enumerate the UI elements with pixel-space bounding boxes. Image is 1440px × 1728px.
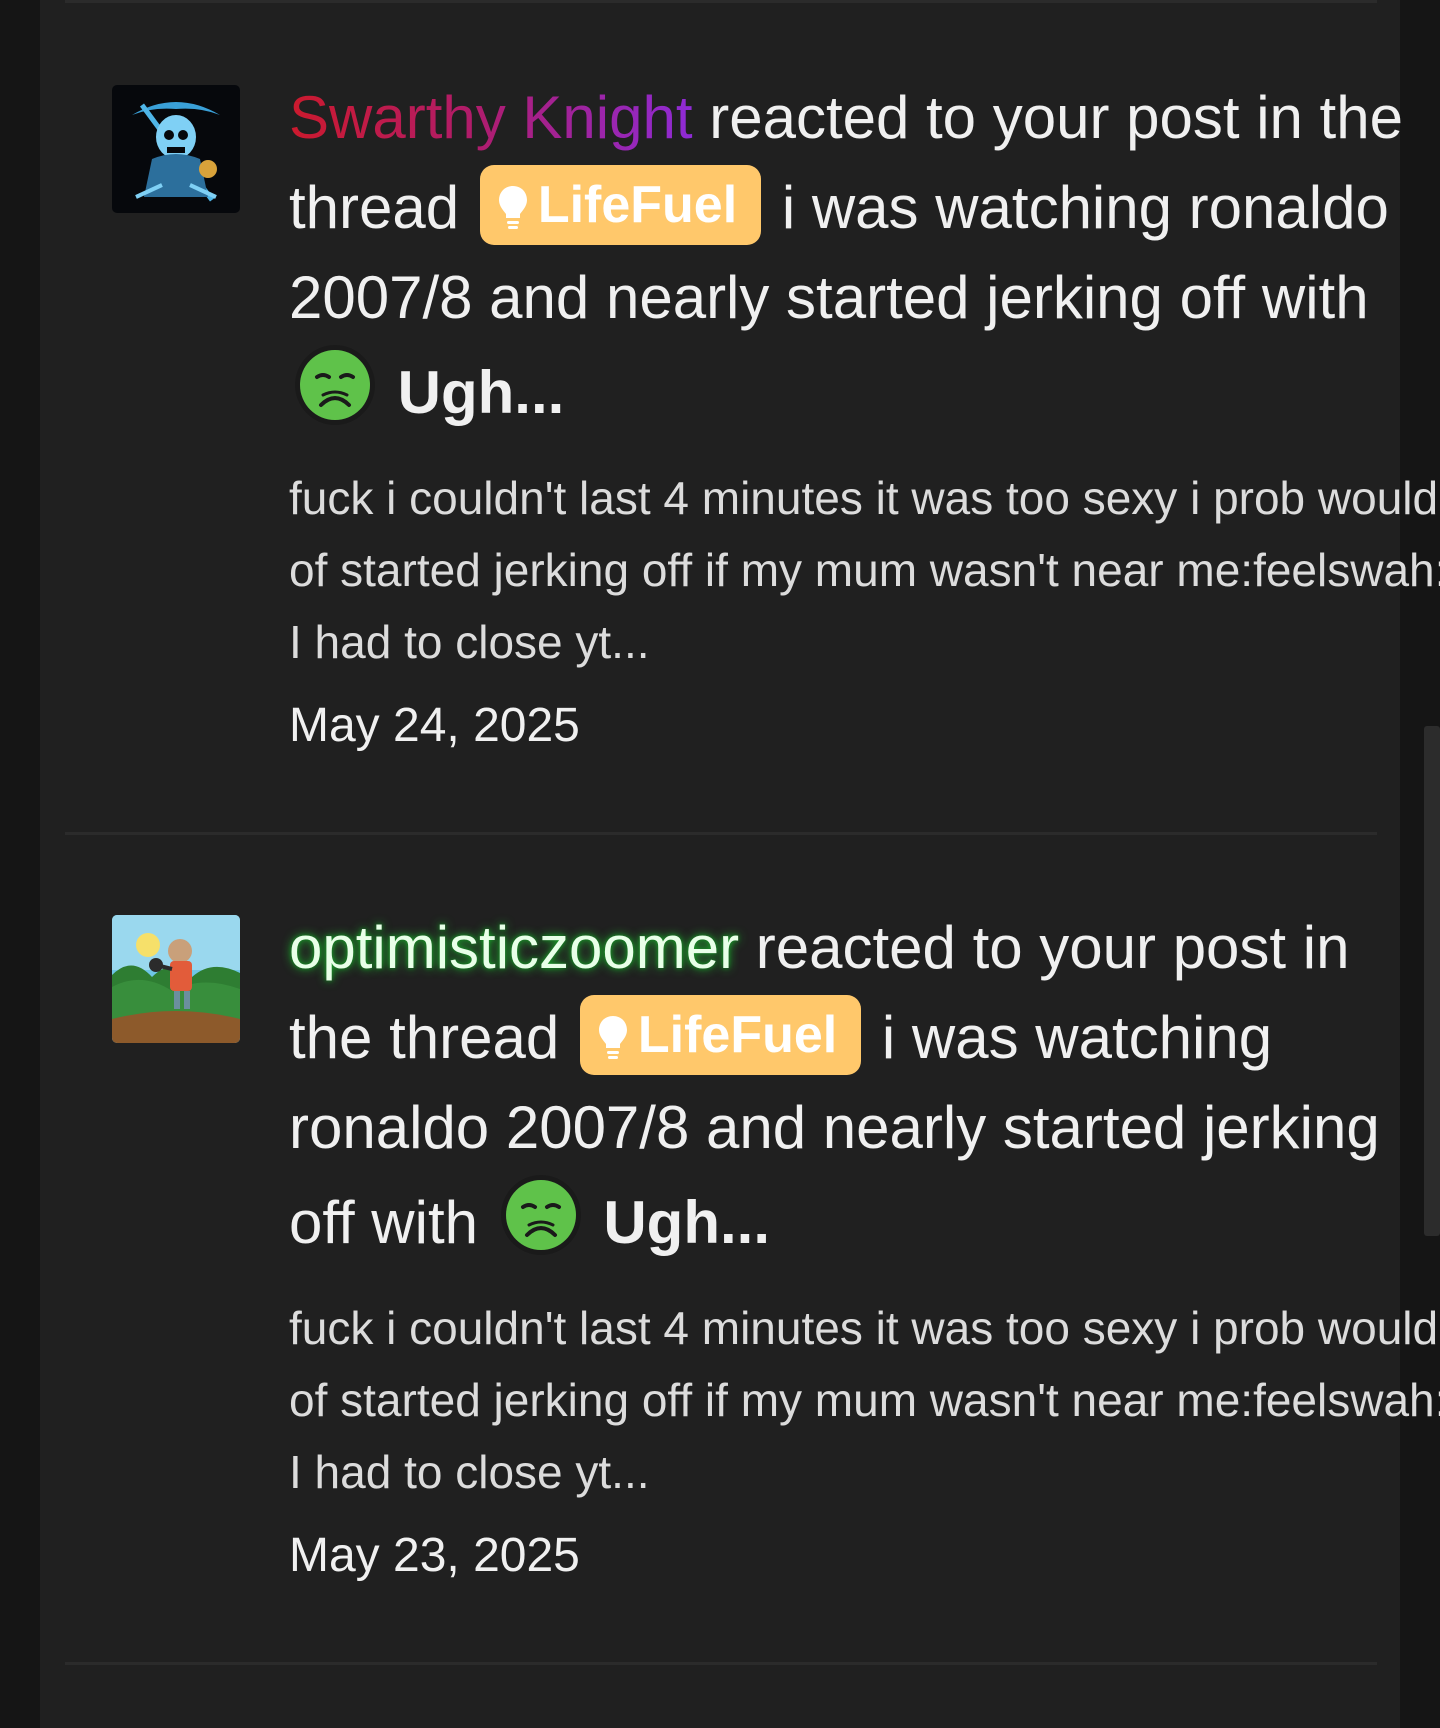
nauseated-face-icon <box>499 1173 583 1282</box>
username-link[interactable]: Swarthy Knight <box>289 84 693 151</box>
username-link[interactable]: optimisticzoomer <box>289 914 739 981</box>
thread-title-tail[interactable]: Ugh... <box>603 1189 770 1256</box>
alert-date: May 23, 2025 <box>289 1529 580 1582</box>
divider <box>65 0 1377 3</box>
avatar[interactable] <box>112 915 240 1043</box>
post-snippet: fuck i couldn't last 4 minutes it was to… <box>289 1302 1440 1498</box>
alert-headline: optimisticzoomer reacted to your post in… <box>289 903 1440 1282</box>
lightbulb-icon <box>498 173 528 253</box>
thread-title-tail[interactable]: Ugh... <box>398 359 565 426</box>
lightbulb-icon <box>598 1003 628 1083</box>
alert-headline: Swarthy Knight reacted to your post in t… <box>289 73 1440 452</box>
avatar[interactable] <box>112 85 240 213</box>
alert-content: Swarthy Knight reacted to your post in t… <box>289 84 1440 756</box>
divider <box>65 832 1377 835</box>
alert-date: May 24, 2025 <box>289 699 580 752</box>
cartoon-avatar-icon <box>112 915 240 1043</box>
nauseated-face-icon <box>293 343 377 452</box>
page: Swarthy Knight reacted to your post in t… <box>0 0 1440 1728</box>
prefix-badge[interactable]: LifeFuel <box>579 995 862 1075</box>
post-snippet: fuck i couldn't last 4 minutes it was to… <box>289 472 1440 668</box>
alert-content: optimisticzoomer reacted to your post in… <box>289 914 1440 1586</box>
grim-reaper-avatar-icon <box>112 85 240 213</box>
prefix-label: LifeFuel <box>537 176 738 234</box>
prefix-badge[interactable]: LifeFuel <box>479 165 762 245</box>
prefix-label: LifeFuel <box>637 1006 838 1064</box>
divider <box>65 1662 1377 1665</box>
